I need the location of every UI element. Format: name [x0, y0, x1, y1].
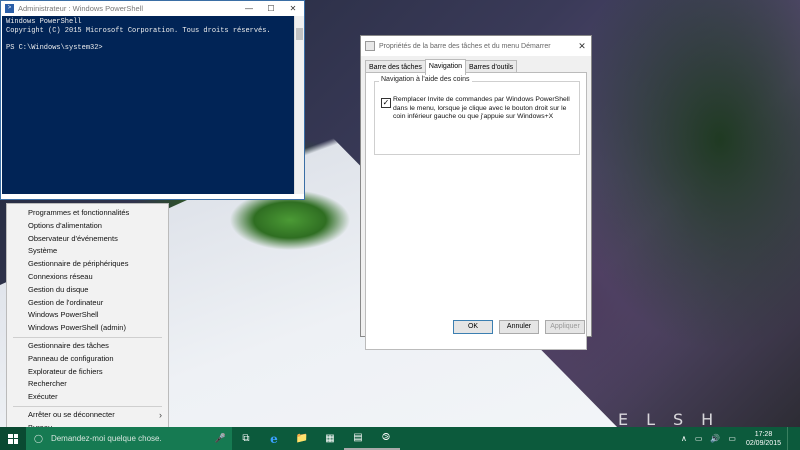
cancel-button[interactable]: Annuler	[499, 320, 539, 334]
taskbar: ◯ Demandez-moi quelque chose. 🎤 ⧉ e 📁 ▦ …	[0, 427, 800, 450]
apply-button[interactable]: Appliquer	[545, 320, 585, 334]
menu-item-powershell-admin[interactable]: Windows PowerShell (admin)	[7, 322, 168, 335]
cortana-icon: ◯	[34, 434, 43, 443]
dialog-title: Propriétés de la barre des tâches et du …	[379, 42, 551, 50]
menu-item-system[interactable]: Système	[7, 245, 168, 258]
file-explorer-icon[interactable]: 📁	[288, 427, 316, 450]
minimize-button[interactable]: —	[238, 4, 260, 13]
powershell-taskbar-icon[interactable]: ⧁	[372, 427, 400, 450]
menu-item-network-connections[interactable]: Connexions réseau	[7, 271, 168, 284]
menu-item-run[interactable]: Exécuter	[7, 391, 168, 404]
search-placeholder: Demandez-moi quelque chose.	[50, 434, 162, 443]
powershell-titlebar[interactable]: > Administrateur : Windows PowerShell — …	[1, 1, 304, 16]
menu-separator	[13, 405, 162, 407]
winx-context-menu: Programmes et fonctionnalités Options d'…	[6, 203, 169, 432]
volume-icon[interactable]: 🔊	[706, 434, 724, 443]
close-icon[interactable]: ✕	[573, 41, 591, 52]
menu-item-computer-management[interactable]: Gestion de l'ordinateur	[7, 297, 168, 310]
menu-item-device-manager[interactable]: Gestionnaire de périphériques	[7, 258, 168, 271]
group-label: Navigation à l'aide des coins	[379, 76, 472, 83]
store-icon[interactable]: ▦	[316, 427, 344, 450]
clock-date: 02/09/2015	[745, 439, 781, 447]
system-tray: ∧ ▭ 🔊 ▭ 17:28 02/09/2015	[677, 427, 800, 450]
menu-item-powershell[interactable]: Windows PowerShell	[7, 309, 168, 322]
dialog-app-icon	[365, 41, 375, 51]
chevron-right-icon: ›	[159, 409, 162, 420]
maximize-button[interactable]: ☐	[260, 4, 282, 13]
corner-navigation-group: Navigation à l'aide des coins ✓ Remplace…	[374, 76, 580, 155]
console-prompt: PS C:\Windows\system32>	[6, 43, 103, 52]
menu-item-shutdown[interactable]: Arrêter ou se déconnecter ›	[7, 409, 168, 422]
start-button[interactable]	[0, 427, 26, 450]
powershell-title: Administrateur : Windows PowerShell	[18, 4, 144, 13]
edge-icon[interactable]: e	[260, 427, 288, 450]
menu-item-control-panel[interactable]: Panneau de configuration	[7, 353, 168, 366]
menu-item-disk-management[interactable]: Gestion du disque	[7, 284, 168, 297]
task-view-icon[interactable]: ⧉	[232, 427, 260, 450]
network-icon[interactable]: ▭	[691, 434, 707, 443]
close-button[interactable]: ✕	[282, 4, 304, 13]
menu-item-shutdown-label: Arrêter ou se déconnecter	[28, 409, 115, 419]
taskbar-properties-dialog: Propriétés de la barre des tâches et du …	[360, 35, 592, 350]
powershell-window[interactable]: > Administrateur : Windows PowerShell — …	[0, 0, 305, 200]
menu-item-event-viewer[interactable]: Observateur d'événements	[7, 233, 168, 246]
properties-window-icon[interactable]: ▤	[344, 427, 372, 450]
dialog-titlebar[interactable]: Propriétés de la barre des tâches et du …	[361, 36, 591, 56]
console-line: Copyright (C) 2015 Microsoft Corporation…	[6, 26, 271, 35]
ok-button[interactable]: OK	[453, 320, 493, 334]
powershell-icon: >	[5, 4, 14, 13]
menu-separator	[13, 336, 162, 338]
tab-panel-navigation: Navigation à l'aide des coins ✓ Remplace…	[365, 72, 587, 350]
show-desktop-button[interactable]	[787, 427, 800, 450]
menu-item-search[interactable]: Rechercher	[7, 378, 168, 391]
clock-time: 17:28	[754, 430, 773, 438]
menu-item-file-explorer[interactable]: Explorateur de fichiers	[7, 366, 168, 379]
windows-logo-icon	[8, 433, 18, 444]
powershell-scrollbar[interactable]	[294, 16, 304, 194]
tab-navigation[interactable]: Navigation	[424, 59, 466, 75]
microphone-icon[interactable]: 🎤	[215, 433, 226, 444]
keyboard-icon[interactable]: ▭	[724, 434, 740, 443]
powershell-console[interactable]: Windows PowerShell Copyright (C) 2015 Mic…	[2, 16, 294, 194]
cortana-search-box[interactable]: ◯ Demandez-moi quelque chose. 🎤	[26, 427, 232, 450]
scrollbar-thumb[interactable]	[296, 28, 303, 40]
menu-item-programs[interactable]: Programmes et fonctionnalités	[7, 207, 168, 220]
dialog-buttons: OK Annuler Appliquer	[453, 320, 585, 334]
menu-item-task-manager[interactable]: Gestionnaire des tâches	[7, 340, 168, 353]
checkbox-label[interactable]: Remplacer Invite de commandes par Window…	[393, 96, 573, 122]
console-line: Windows PowerShell	[6, 18, 82, 26]
chevron-up-icon[interactable]: ∧	[677, 434, 691, 443]
menu-item-power-options[interactable]: Options d'alimentation	[7, 220, 168, 233]
powershell-replace-checkbox[interactable]: ✓	[381, 98, 391, 108]
clock[interactable]: 17:28 02/09/2015	[740, 430, 787, 448]
